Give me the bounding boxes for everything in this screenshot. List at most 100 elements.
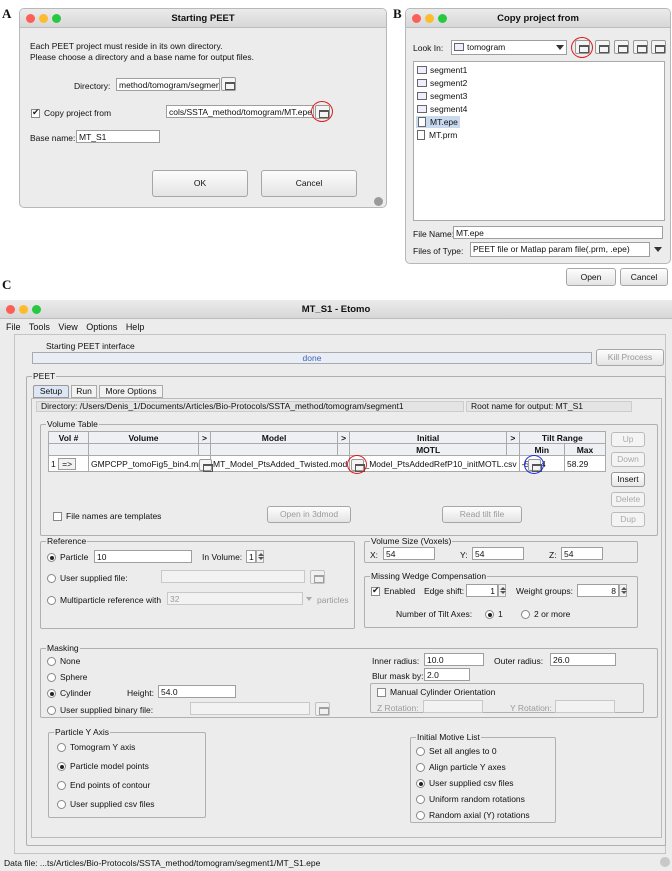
cell-model[interactable]: MT_Model_PtsAdded_Twisted.mod bbox=[209, 455, 351, 472]
home-icon[interactable] bbox=[595, 40, 610, 54]
tab-more-options[interactable]: More Options bbox=[99, 385, 163, 398]
y-rotation-field[interactable] bbox=[555, 700, 615, 713]
delete-button[interactable]: Delete bbox=[611, 492, 645, 507]
outer-radius-field[interactable]: 26.0 bbox=[550, 653, 616, 666]
weight-groups-spinner[interactable] bbox=[619, 584, 627, 597]
manual-orientation-checkbox[interactable] bbox=[377, 688, 386, 697]
motive-uniform-radio[interactable] bbox=[416, 795, 425, 804]
volume-browse-icon[interactable] bbox=[199, 459, 213, 472]
chevron-down-icon[interactable] bbox=[556, 45, 564, 50]
cell-max[interactable]: 58.29 bbox=[564, 455, 606, 472]
mask-none-radio[interactable] bbox=[47, 657, 56, 666]
file-list[interactable]: segment1 segment2 segment3 segment4 MT.e… bbox=[413, 61, 665, 221]
menu-tools[interactable]: Tools bbox=[29, 322, 50, 332]
directory-browse-icon[interactable] bbox=[221, 77, 236, 91]
y-axis-model-radio[interactable] bbox=[57, 762, 66, 771]
user-file-radio[interactable] bbox=[47, 574, 56, 583]
mask-binary-radio[interactable] bbox=[47, 706, 56, 715]
mask-cylinder-radio[interactable] bbox=[47, 689, 56, 698]
file-name-field[interactable]: MT.epe bbox=[453, 226, 663, 239]
motive-align-radio[interactable] bbox=[416, 763, 425, 772]
motive-axial-radio[interactable] bbox=[416, 811, 425, 820]
particle-radio[interactable] bbox=[47, 553, 56, 562]
in-volume-spinner[interactable] bbox=[256, 550, 264, 563]
base-name-field[interactable]: MT_S1 bbox=[76, 130, 160, 143]
tilt-axes-1-radio[interactable] bbox=[485, 610, 494, 619]
chevron-down-icon[interactable] bbox=[306, 597, 312, 601]
list-item[interactable]: MT.prm bbox=[417, 130, 457, 140]
list-item[interactable]: segment3 bbox=[417, 91, 467, 101]
folder-icon bbox=[417, 79, 427, 87]
details-view-icon[interactable] bbox=[651, 40, 666, 54]
mask-binary-browse-icon[interactable] bbox=[315, 702, 330, 716]
blur-field[interactable]: 2.0 bbox=[424, 668, 470, 681]
edge-shift-spinner[interactable] bbox=[498, 584, 506, 597]
inner-radius-field[interactable]: 10.0 bbox=[424, 653, 484, 666]
mask-sphere-radio[interactable] bbox=[47, 673, 56, 682]
copy-project-checkbox[interactable] bbox=[31, 107, 40, 118]
x-field[interactable]: 54 bbox=[383, 547, 435, 560]
open-3dmod-button[interactable]: Open in 3dmod bbox=[267, 506, 351, 523]
user-file-field[interactable] bbox=[161, 570, 305, 583]
motive-zero-radio[interactable] bbox=[416, 747, 425, 756]
chevron-down-icon[interactable] bbox=[654, 247, 662, 252]
z-rotation-field[interactable] bbox=[423, 700, 483, 713]
look-in-select[interactable]: tomogram bbox=[451, 40, 567, 55]
user-file-browse-icon[interactable] bbox=[310, 570, 325, 584]
tab-run[interactable]: Run bbox=[71, 385, 97, 398]
insert-button[interactable]: Insert bbox=[611, 472, 645, 487]
multiparticle-select[interactable]: 32 bbox=[167, 592, 303, 605]
menu-help[interactable]: Help bbox=[126, 322, 145, 332]
up-button[interactable]: Up bbox=[611, 432, 645, 447]
y-axis-endpoints-radio[interactable] bbox=[57, 781, 66, 790]
wedge-enabled-checkbox[interactable] bbox=[371, 585, 380, 596]
edge-shift-field[interactable]: 1 bbox=[466, 584, 498, 597]
new-folder-icon[interactable] bbox=[614, 40, 629, 54]
tilt-axes-2-radio[interactable] bbox=[521, 610, 530, 619]
mask-binary-field[interactable] bbox=[190, 702, 310, 715]
menu-file[interactable]: File bbox=[6, 322, 21, 332]
cell-motl[interactable]: MT_Model_PtsAddedRefP10_initMOTL.csv bbox=[349, 455, 520, 472]
list-item[interactable]: segment2 bbox=[417, 78, 467, 88]
motive-align-label: Align particle Y axes bbox=[429, 762, 506, 772]
height-field[interactable]: 54.0 bbox=[158, 685, 236, 698]
header-initial-arrow[interactable]: > bbox=[506, 431, 520, 444]
y-field[interactable]: 54 bbox=[472, 547, 524, 560]
y-axis-csv-radio[interactable] bbox=[57, 800, 66, 809]
ok-button[interactable]: OK bbox=[152, 170, 248, 197]
y-axis-tomogram-radio[interactable] bbox=[57, 743, 66, 752]
in-volume-field[interactable]: 1 bbox=[246, 550, 256, 563]
open-button[interactable]: Open bbox=[566, 268, 616, 286]
mask-none-label: None bbox=[60, 656, 81, 666]
down-button[interactable]: Down bbox=[611, 452, 645, 467]
weight-groups-field[interactable]: 8 bbox=[577, 584, 619, 597]
kill-process-button[interactable]: Kill Process bbox=[596, 349, 664, 366]
list-view-icon[interactable] bbox=[633, 40, 648, 54]
multiparticle-radio[interactable] bbox=[47, 596, 56, 605]
tab-setup[interactable]: Setup bbox=[33, 385, 69, 398]
menu-bar: File Tools View Options Help bbox=[6, 322, 144, 332]
templates-checkbox[interactable] bbox=[53, 512, 62, 521]
resize-grip-icon[interactable] bbox=[660, 857, 670, 867]
copy-project-field[interactable]: cols/SSTA_method/tomogram/MT.epe bbox=[166, 105, 314, 118]
base-name-label: Base name: bbox=[30, 133, 76, 143]
menu-options[interactable]: Options bbox=[86, 322, 117, 332]
list-item[interactable]: segment1 bbox=[417, 65, 467, 75]
list-item[interactable]: segment4 bbox=[417, 104, 467, 114]
particle-field[interactable]: 10 bbox=[94, 550, 192, 563]
list-item-selected[interactable]: MT.epe bbox=[416, 116, 460, 128]
menu-view[interactable]: View bbox=[58, 322, 77, 332]
read-tilt-button[interactable]: Read tilt file bbox=[442, 506, 522, 523]
row-select-button[interactable]: => bbox=[58, 457, 77, 470]
resize-grip-icon[interactable] bbox=[374, 197, 383, 206]
cancel-button[interactable]: Cancel bbox=[261, 170, 357, 197]
cancel-button[interactable]: Cancel bbox=[620, 268, 668, 286]
header-model-arrow[interactable]: > bbox=[337, 431, 351, 444]
dup-button[interactable]: Dup bbox=[611, 512, 645, 527]
z-field[interactable]: 54 bbox=[561, 547, 603, 560]
directory-field[interactable]: method/tomogram/segment1 bbox=[116, 78, 220, 91]
cell-volume[interactable]: GMPCPP_tomoFig5_bin4.mrc bbox=[88, 455, 211, 472]
header-volume-arrow[interactable]: > bbox=[198, 431, 211, 444]
motive-csv-radio[interactable] bbox=[416, 779, 425, 788]
files-of-type-select[interactable]: PEET file or Matlap param file(.prm, .ep… bbox=[470, 242, 650, 257]
